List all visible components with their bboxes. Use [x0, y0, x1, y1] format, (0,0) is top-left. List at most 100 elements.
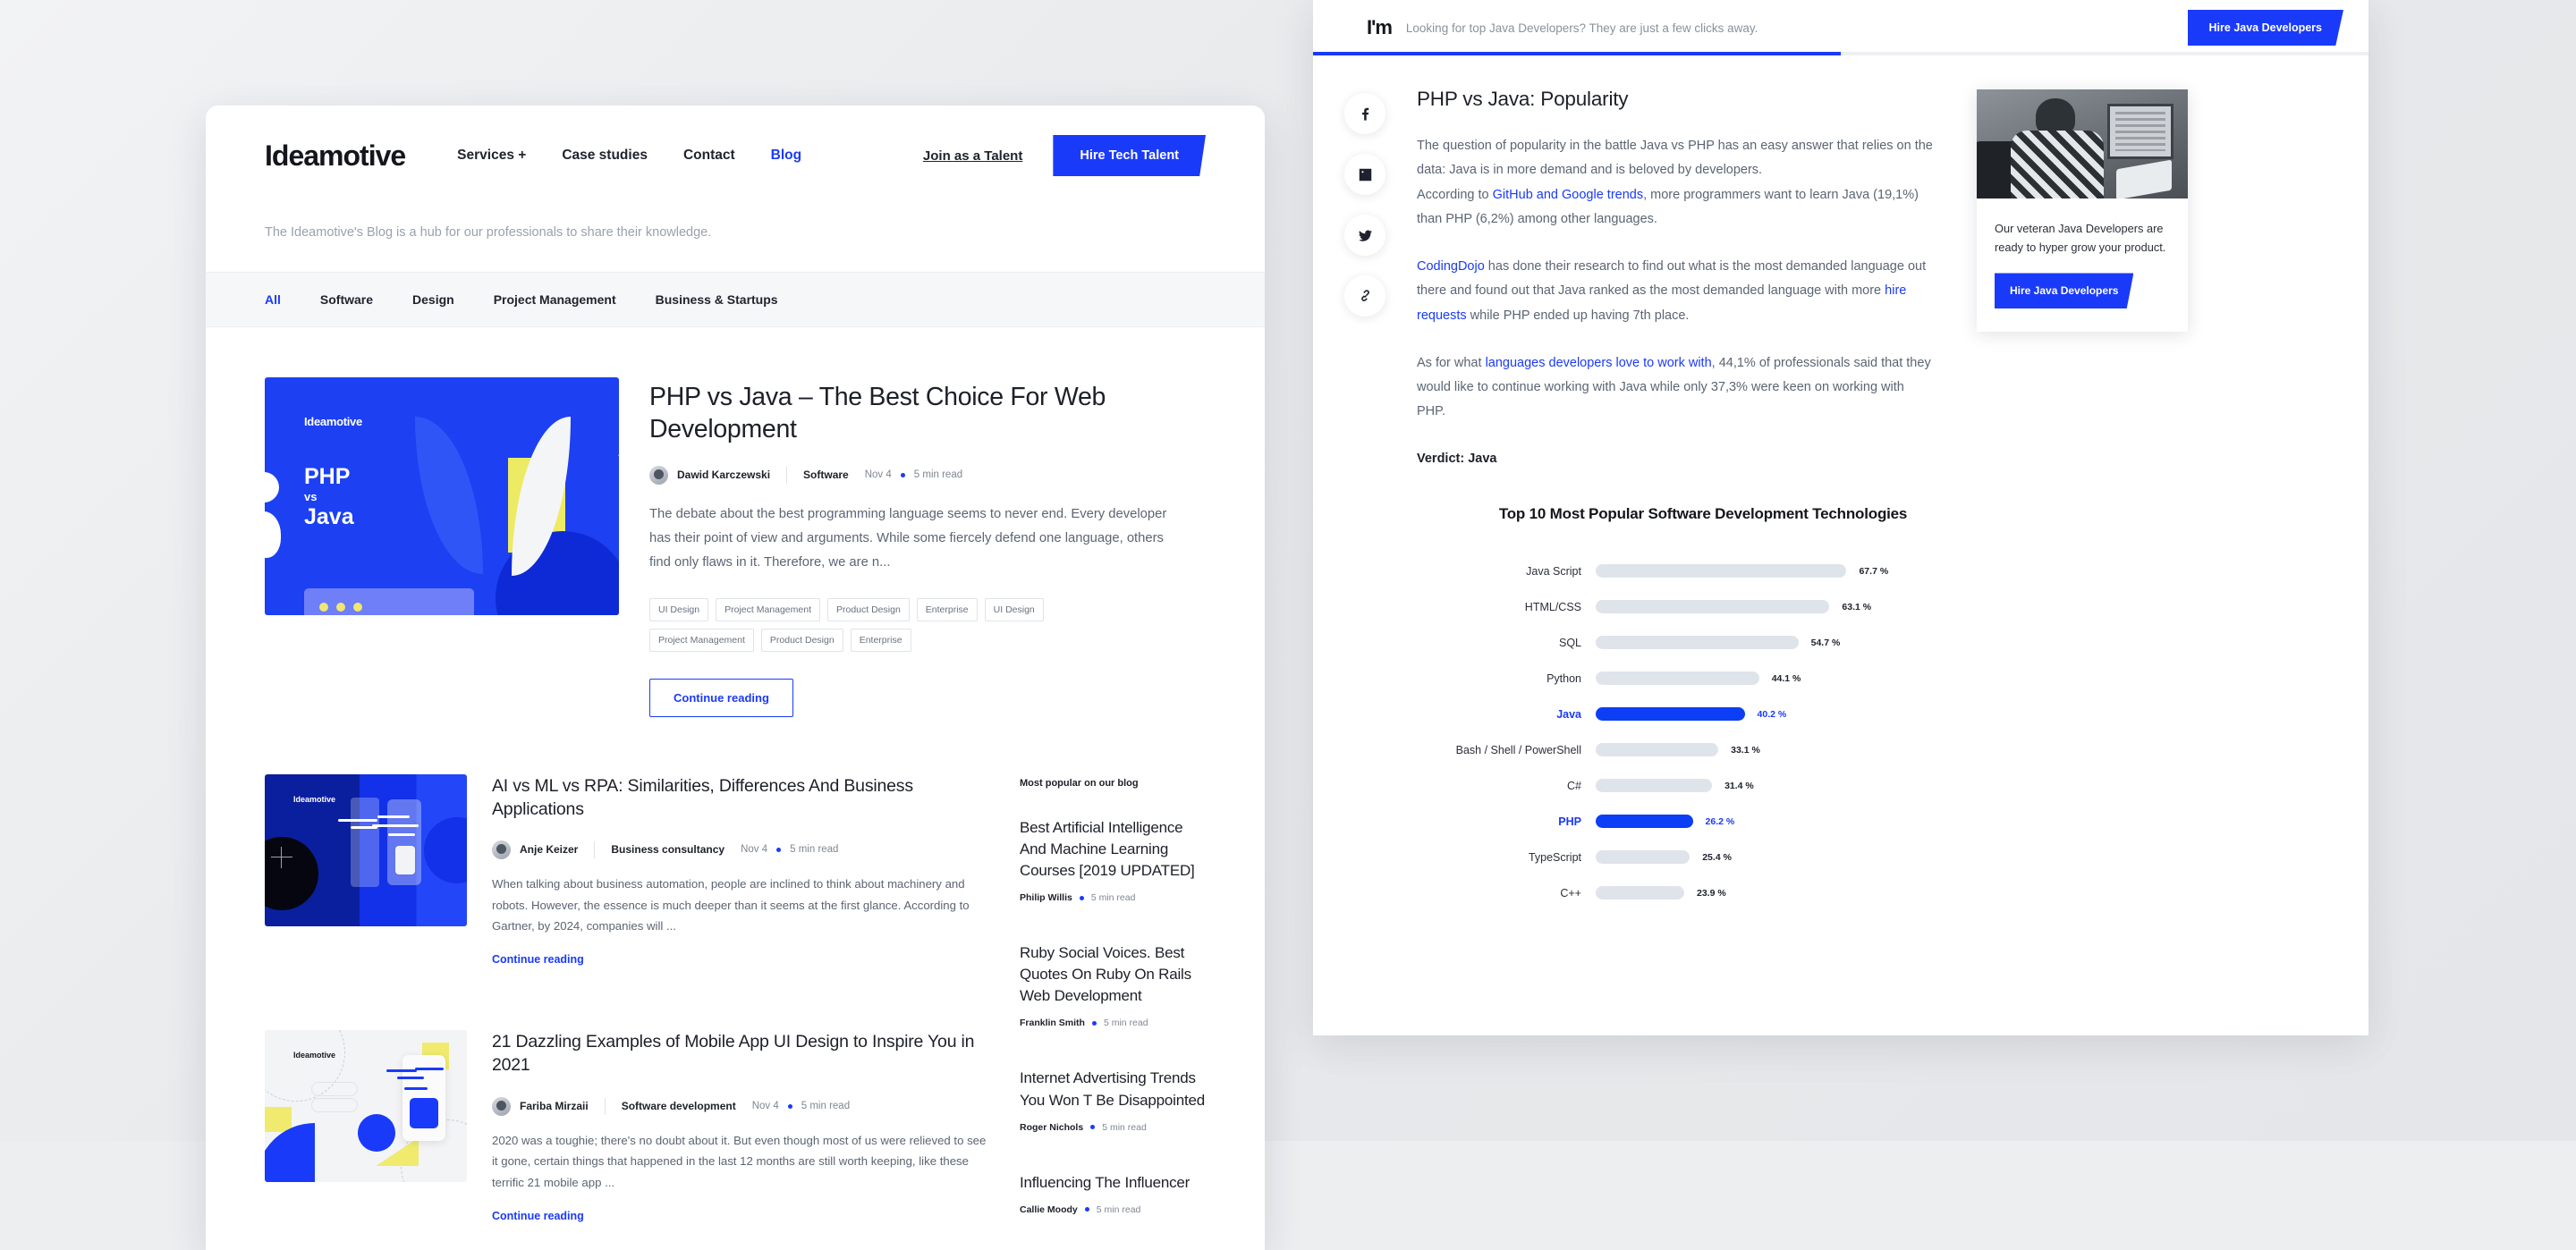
- chart-row: SQL 54.7 %: [1417, 625, 1989, 661]
- article-thumbnail[interactable]: Ideamotive: [265, 773, 467, 926]
- article-meta: Anje Keizer Business consultancy Nov 4 5…: [492, 840, 989, 859]
- meta-divider: [594, 840, 596, 858]
- list-item[interactable]: Best Artificial Intelligence And Machine…: [1020, 817, 1206, 903]
- share-linkedin-button[interactable]: [1344, 154, 1385, 195]
- featured-article-title[interactable]: PHP vs Java – The Best Choice For Web De…: [649, 381, 1206, 446]
- hire-java-developers-banner-button[interactable]: Hire Java Developers: [2187, 10, 2343, 46]
- paragraph-text-post: while PHP ended up having 7th place.: [1466, 308, 1690, 323]
- blog-tagline: The Ideamotive's Blog is a hub for our p…: [265, 225, 712, 240]
- nav-item-blog[interactable]: Blog: [771, 148, 801, 164]
- popular-title[interactable]: Ruby Social Voices. Best Quotes On Ruby …: [1020, 942, 1206, 1007]
- article-paragraph-1a: The question of popularity in the battle…: [1417, 139, 1933, 178]
- browser-dot-1: [319, 603, 328, 612]
- chart-value-label: 33.1 %: [1731, 744, 1760, 756]
- site-logo[interactable]: Ideamotive: [265, 139, 406, 173]
- chart-title: Top 10 Most Popular Software Development…: [1498, 504, 1908, 522]
- line-decoration-4: [372, 823, 419, 827]
- meta-divider: [786, 466, 788, 484]
- featured-article-thumbnail[interactable]: Ideamotive PHP vs Java: [265, 377, 619, 615]
- chart-rows: Java Script 67.7 % HTML/CSS 63.1 % SQL 54.7 %…: [1417, 553, 1989, 911]
- github-google-trends-link[interactable]: GitHub and Google trends: [1493, 188, 1643, 202]
- thumbnail-logo: Ideamotive: [293, 1051, 336, 1060]
- article-title[interactable]: 21 Dazzling Examples of Mobile App UI De…: [492, 1030, 989, 1077]
- chart-category-label: SQL: [1558, 636, 1581, 649]
- thumbnail-title-vs: vs: [304, 490, 318, 503]
- nav-item-services[interactable]: Services +: [457, 148, 526, 164]
- category-project-management[interactable]: Project Management: [494, 292, 616, 307]
- popular-title[interactable]: Influencing The Influencer: [1020, 1172, 1206, 1194]
- article-window: I'm Looking for top Java Developers? The…: [1313, 0, 2368, 1035]
- social-share-column: [1313, 88, 1417, 911]
- author-name: Franklin Smith: [1020, 1018, 1085, 1029]
- chart-row: Java Script 67.7 %: [1417, 553, 1989, 589]
- category-software[interactable]: Software: [320, 292, 373, 307]
- popular-title[interactable]: Best Artificial Intelligence And Machine…: [1020, 817, 1206, 882]
- chart-category-label: C#: [1567, 779, 1581, 792]
- article-thumbnail[interactable]: Ideamotive: [265, 1030, 467, 1183]
- link-icon: [1360, 289, 1369, 301]
- tag-chip[interactable]: Project Management: [649, 628, 754, 652]
- phone-decoration-1: [351, 797, 379, 887]
- hire-java-developers-cta-button[interactable]: Hire Java Developers: [1995, 273, 2134, 309]
- article-body: AI vs ML vs RPA: Similarities, Differenc…: [492, 774, 989, 968]
- article-date: Nov 4: [864, 469, 892, 481]
- category-design[interactable]: Design: [412, 292, 454, 307]
- chart-bar: [1596, 779, 1713, 792]
- join-as-talent-link[interactable]: Join as a Talent: [923, 148, 1022, 164]
- chart-category-label: C++: [1560, 886, 1581, 899]
- featured-article-body: PHP vs Java – The Best Choice For Web De…: [649, 377, 1206, 717]
- line-decoration-1: [338, 818, 377, 822]
- paragraph-text-pre: As for what: [1417, 355, 1486, 370]
- arc-decoration: [424, 816, 467, 883]
- article-read-time: 5 min read: [790, 844, 839, 856]
- article-category: Software development: [621, 1100, 736, 1112]
- share-twitter-button[interactable]: [1344, 215, 1385, 256]
- tag-chip[interactable]: Project Management: [716, 597, 820, 621]
- chart-category-label: Java: [1556, 707, 1581, 721]
- chart-value-label: 31.4 %: [1724, 780, 1754, 791]
- continue-reading-link[interactable]: Continue reading: [492, 1210, 584, 1222]
- tag-chip[interactable]: Enterprise: [850, 628, 911, 652]
- languages-developers-love-link[interactable]: languages developers love to work with: [1486, 356, 1712, 370]
- list-item[interactable]: Influencing The Influencer Callie Moody …: [1020, 1172, 1206, 1215]
- popular-title[interactable]: Internet Advertising Trends You Won T Be…: [1020, 1068, 1206, 1111]
- chart-bar: [1596, 636, 1799, 649]
- article-list: Ideamotive AI vs ML vs RPA: Similarities…: [265, 773, 989, 1250]
- codingdojo-link[interactable]: CodingDojo: [1417, 259, 1485, 274]
- tag-chip[interactable]: UI Design: [649, 597, 709, 621]
- author-avatar: [492, 840, 511, 859]
- tag-chip[interactable]: Enterprise: [916, 597, 978, 621]
- category-all[interactable]: All: [265, 292, 281, 307]
- hire-tech-talent-button[interactable]: Hire Tech Talent: [1053, 135, 1206, 176]
- article-read-time: 5 min read: [1096, 1204, 1141, 1215]
- facebook-icon: [1361, 107, 1368, 121]
- tag-chip[interactable]: UI Design: [984, 597, 1044, 621]
- chart-row: Python 44.1 %: [1417, 661, 1989, 697]
- article-paragraph-1b: According to GitHub and Google trends, m…: [1417, 183, 1936, 232]
- list-item[interactable]: Ruby Social Voices. Best Quotes On Ruby …: [1020, 942, 1206, 1028]
- article-category: Business consultancy: [611, 843, 725, 857]
- article-excerpt: When talking about business automation, …: [492, 876, 970, 933]
- chart-row: TypeScript 25.4 %: [1417, 840, 1989, 875]
- share-link-button[interactable]: [1344, 275, 1385, 317]
- category-filter-bar: All Software Design Project Management B…: [206, 272, 1265, 327]
- tag-chip[interactable]: Product Design: [760, 628, 843, 652]
- list-item: Ideamotive 21 Dazzling Examples of Mobil: [265, 1030, 989, 1224]
- article-title[interactable]: AI vs ML vs RPA: Similarities, Differenc…: [492, 774, 989, 821]
- author-name: Dawid Karczewski: [677, 469, 771, 482]
- author-name: Anje Keizer: [520, 843, 579, 857]
- nav-item-case-studies[interactable]: Case studies: [562, 148, 648, 164]
- share-facebook-button[interactable]: [1344, 93, 1385, 134]
- article-date: Nov 4: [751, 1101, 779, 1111]
- linkedin-icon: [1359, 168, 1371, 181]
- list-item[interactable]: Internet Advertising Trends You Won T Be…: [1020, 1068, 1206, 1132]
- category-business-startups[interactable]: Business & Startups: [656, 292, 778, 307]
- continue-reading-link[interactable]: Continue reading: [492, 953, 584, 966]
- popular-meta: Callie Moody 5 min read: [1020, 1204, 1206, 1215]
- tag-chip[interactable]: Product Design: [827, 597, 910, 621]
- cta-sidebar: Our veteran Java Developers are ready to…: [1977, 88, 2209, 911]
- author-name: Philip Willis: [1020, 892, 1072, 904]
- continue-reading-button[interactable]: Continue reading: [649, 678, 793, 717]
- blue-line-decoration-4: [404, 1087, 428, 1091]
- nav-item-contact[interactable]: Contact: [683, 148, 735, 164]
